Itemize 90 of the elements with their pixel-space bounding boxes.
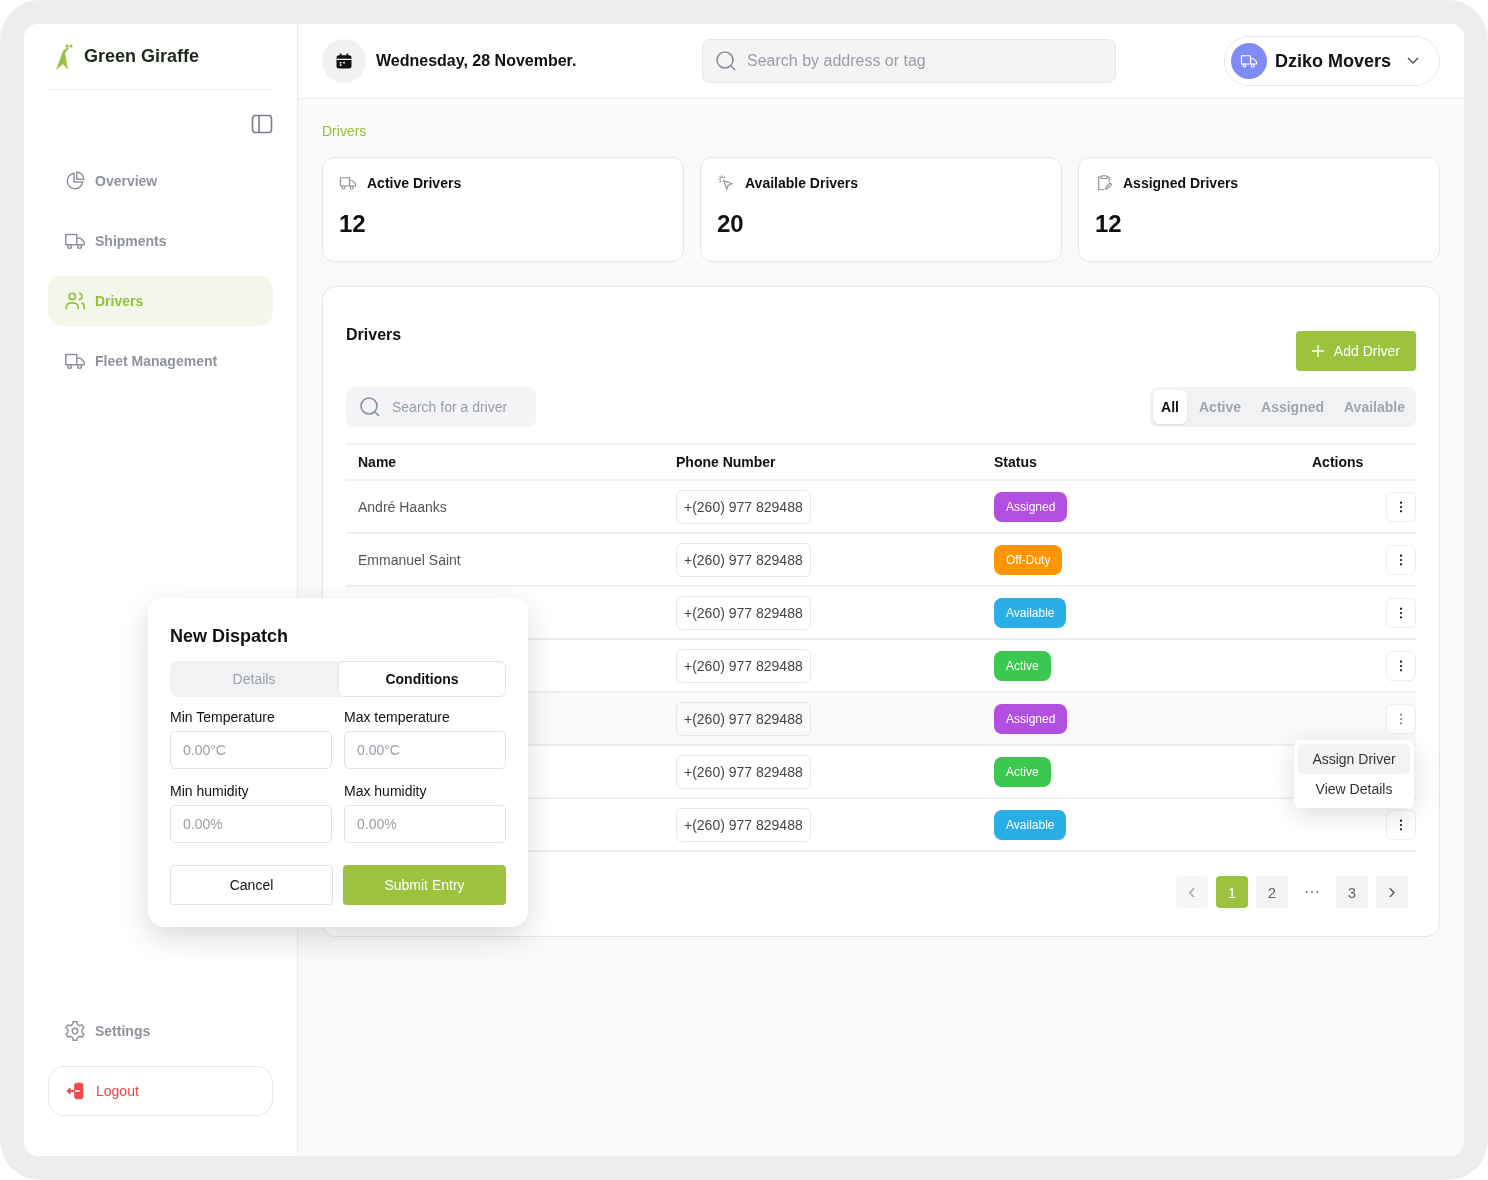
more-options-button[interactable]	[1386, 597, 1416, 628]
field-label: Min Temperature	[170, 709, 276, 725]
cursor-click-icon	[717, 174, 735, 192]
driver-name: André Haanks	[358, 498, 447, 515]
filter-tab[interactable]: All	[1153, 390, 1187, 424]
phone-number: +(260) 977 829488	[676, 542, 811, 577]
more-options-button[interactable]	[1386, 809, 1416, 840]
panel-title: Drivers	[346, 326, 402, 344]
pagination-ellipsis: ···	[1303, 883, 1321, 901]
phone-number: +(260) 977 829488	[676, 648, 811, 683]
breadcrumb-link[interactable]: Drivers	[322, 123, 367, 139]
settings-link[interactable]: Settings	[48, 1006, 273, 1056]
clipboard-edit-icon	[1095, 174, 1113, 192]
nav-item[interactable]: Drivers	[48, 276, 273, 326]
input-field[interactable]: 0.00°C	[170, 731, 332, 769]
dialog-tab[interactable]: Details	[170, 661, 338, 697]
users-icon	[64, 290, 86, 312]
truck-avatar-icon	[1230, 43, 1267, 79]
column-header: Actions	[1312, 454, 1365, 470]
nav-item[interactable]: Shipments	[48, 216, 273, 266]
search-icon	[714, 49, 738, 73]
vertical-dots-icon	[1399, 659, 1403, 672]
dialog-tab[interactable]: Conditions	[338, 661, 506, 697]
sidebar-toggle-icon[interactable]	[251, 114, 273, 134]
page-button[interactable]: 2	[1256, 876, 1288, 908]
status-badge: Active	[994, 756, 1051, 787]
status-badge: Active	[994, 650, 1051, 681]
input-field[interactable]: 0.00%	[344, 805, 506, 843]
stat-value: 12	[1095, 210, 1122, 238]
submit-button[interactable]: Submit Entry	[343, 865, 506, 905]
column-header: Name	[358, 454, 398, 470]
vertical-dots-icon	[1399, 712, 1403, 725]
plus-icon	[1311, 345, 1324, 357]
field-label: Max temperature	[344, 709, 451, 725]
column-header: Phone Number	[676, 454, 777, 470]
stat-value: 20	[717, 210, 744, 238]
status-badge: Off-Duty	[994, 544, 1063, 575]
status-badge: Available	[994, 597, 1067, 628]
next-page-button[interactable]: ›	[1376, 876, 1408, 908]
filter-tab[interactable]: Available	[1336, 390, 1413, 424]
phone-number: +(260) 977 829488	[676, 807, 811, 842]
driver-name: Emmanuel Saint	[358, 551, 461, 568]
column-header: Status	[994, 454, 1038, 470]
giraffe-logo-icon	[54, 42, 74, 71]
vertical-dots-icon	[1399, 553, 1403, 566]
more-options-button[interactable]	[1386, 650, 1416, 681]
account-menu[interactable]: Dziko Movers	[1223, 36, 1440, 86]
input-field[interactable]: 0.00°C	[344, 731, 506, 769]
stat-label: Available Drivers	[745, 175, 859, 191]
menu-item[interactable]: Assign Driver	[1298, 743, 1410, 774]
page-button[interactable]: 1	[1216, 876, 1248, 908]
status-badge: Available	[994, 809, 1067, 840]
calendar-icon	[322, 39, 366, 83]
more-options-button[interactable]	[1386, 703, 1416, 734]
page-button[interactable]: 3	[1336, 876, 1368, 908]
chevron-down-icon	[1407, 57, 1419, 65]
field-label: Max humidity	[344, 783, 428, 799]
filter-tab[interactable]: Active	[1191, 390, 1249, 424]
current-date: Wednesday, 28 November.	[376, 52, 577, 70]
nav-item[interactable]: Overview	[48, 156, 273, 206]
vertical-dots-icon	[1399, 606, 1403, 619]
stat-label: Assigned Drivers	[1123, 175, 1239, 191]
status-badge: Assigned	[994, 703, 1068, 734]
phone-number: +(260) 977 829488	[676, 489, 811, 524]
add-driver-button[interactable]: Add Driver	[1295, 331, 1416, 371]
vertical-dots-icon	[1399, 818, 1403, 831]
input-field[interactable]: 0.00%	[170, 805, 332, 843]
logout-button[interactable]: Logout	[48, 1066, 273, 1116]
truck-icon	[339, 174, 357, 192]
dialog-title: New Dispatch	[170, 626, 290, 647]
stat-label: Active Drivers	[367, 175, 462, 191]
menu-item[interactable]: View Details	[1298, 773, 1410, 804]
more-options-button[interactable]	[1386, 544, 1416, 575]
field-label: Min humidity	[170, 783, 250, 799]
filter-tab[interactable]: Assigned	[1253, 390, 1333, 424]
phone-number: +(260) 977 829488	[676, 595, 811, 630]
cancel-button[interactable]: Cancel	[170, 865, 333, 905]
phone-number: +(260) 977 829488	[676, 701, 811, 736]
status-badge: Assigned	[994, 491, 1068, 522]
settings-icon	[64, 1020, 86, 1042]
vertical-dots-icon	[1399, 500, 1403, 513]
nav-item[interactable]: Fleet Management	[48, 336, 273, 386]
search-field[interactable]: Search by address or tag	[702, 39, 1116, 83]
driver-search-field[interactable]: Search for a driver	[346, 387, 536, 427]
phone-number: +(260) 977 829488	[676, 754, 811, 789]
more-options-button[interactable]	[1386, 491, 1416, 522]
search-icon	[358, 395, 382, 419]
brand-name: Green Giraffe	[84, 46, 200, 67]
pie-chart-icon	[64, 170, 86, 192]
stat-value: 12	[339, 210, 366, 238]
